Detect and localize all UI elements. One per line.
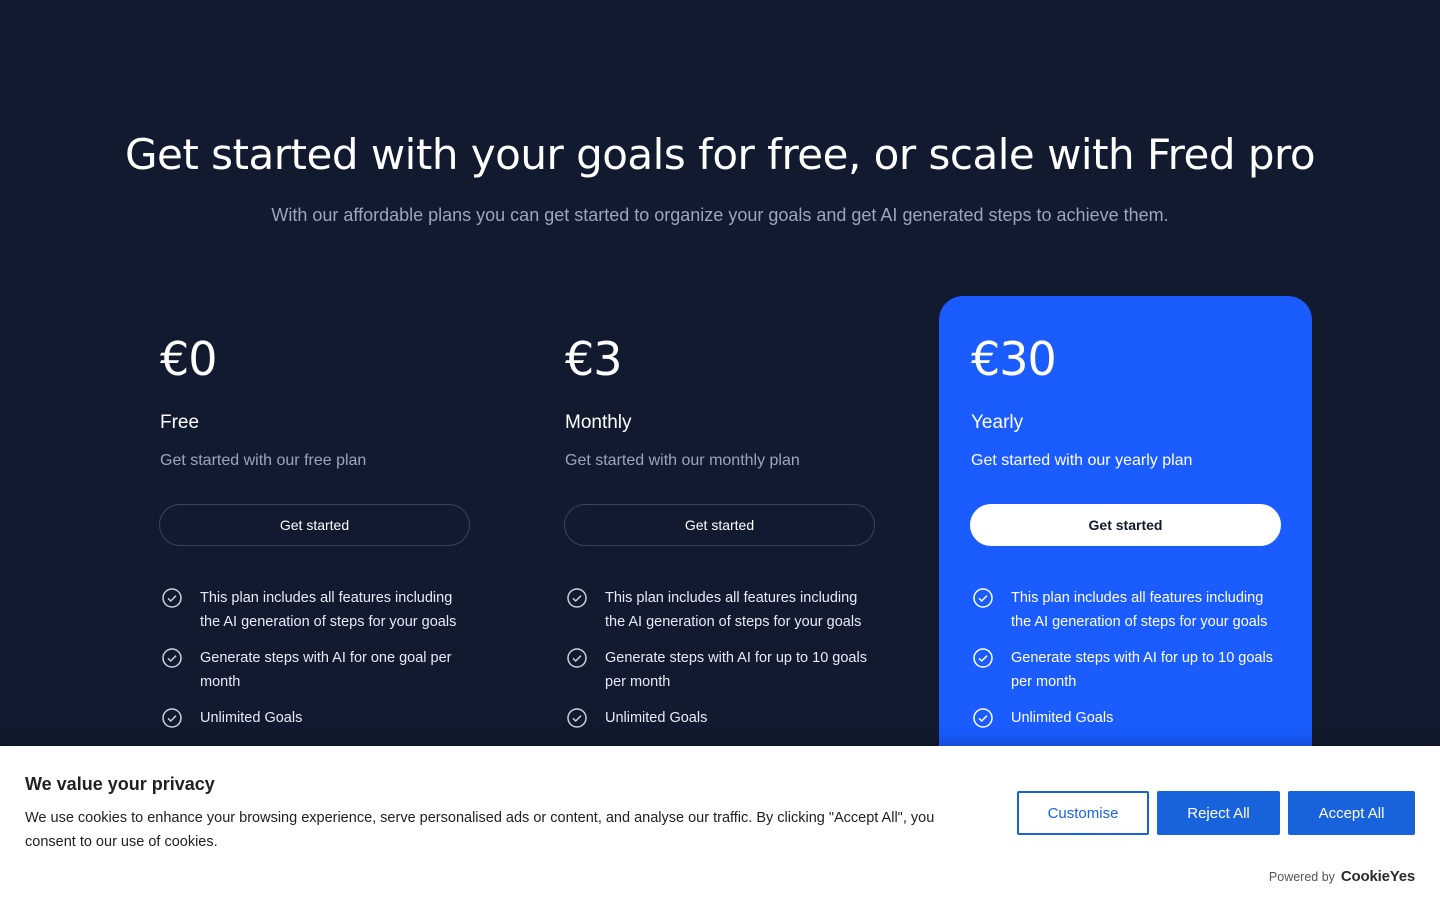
check-circle-icon bbox=[162, 708, 182, 728]
plan-name: Free bbox=[160, 412, 200, 433]
page-subtitle: With our affordable plans you can get st… bbox=[271, 205, 1169, 225]
powered-by-label: Powered by bbox=[1268, 869, 1335, 884]
cookieyes-logo[interactable]: CookieYes bbox=[1341, 868, 1415, 885]
feature-text: Generate steps with AI for one goal per … bbox=[200, 650, 452, 690]
cookie-title: We value your privacy bbox=[25, 774, 215, 794]
plan-price: €0 bbox=[160, 332, 218, 386]
feature-text: Unlimited Goals bbox=[1011, 710, 1114, 726]
feature-text: This plan includes all features includin… bbox=[605, 590, 862, 630]
plan-name: Monthly bbox=[565, 412, 632, 433]
feature-item: This plan includes all features includin… bbox=[160, 586, 469, 634]
plan-description: Get started with our yearly plan bbox=[971, 452, 1193, 469]
feature-text: This plan includes all features includin… bbox=[200, 590, 457, 630]
feature-list: This plan includes all features includin… bbox=[565, 586, 874, 730]
feature-item: Unlimited Goals bbox=[971, 706, 1280, 730]
plan-price: €3 bbox=[565, 332, 623, 386]
cookie-banner: We value your privacy We use cookies to … bbox=[0, 746, 1440, 900]
accept-all-button[interactable]: Accept All bbox=[1288, 791, 1415, 835]
check-circle-icon bbox=[567, 708, 587, 728]
get-started-button[interactable]: Get started bbox=[564, 504, 875, 546]
cookie-text: We use cookies to enhance your browsing … bbox=[25, 810, 935, 850]
plan-price: €30 bbox=[971, 332, 1057, 386]
feature-item: Generate steps with AI for one goal per … bbox=[160, 646, 469, 694]
check-circle-icon bbox=[162, 648, 182, 668]
check-circle-icon bbox=[973, 588, 993, 608]
feature-text: Unlimited Goals bbox=[605, 710, 708, 726]
feature-text: Generate steps with AI for up to 10 goal… bbox=[1011, 650, 1273, 690]
pricing-page: Get started with your goals for free, or… bbox=[0, 0, 1440, 900]
feature-text: Generate steps with AI for up to 10 goal… bbox=[605, 650, 867, 690]
page-title: Get started with your goals for free, or… bbox=[124, 130, 1316, 179]
feature-list: This plan includes all features includin… bbox=[971, 586, 1280, 730]
plan-description: Get started with our free plan bbox=[160, 452, 367, 469]
plan-description: Get started with our monthly plan bbox=[565, 452, 800, 469]
feature-item: This plan includes all features includin… bbox=[565, 586, 874, 634]
powered-by: Powered by CookieYes bbox=[1269, 868, 1415, 885]
check-circle-icon bbox=[567, 648, 587, 668]
get-started-button[interactable]: Get started bbox=[970, 504, 1281, 546]
feature-item: Generate steps with AI for up to 10 goal… bbox=[971, 646, 1280, 694]
customise-button[interactable]: Customise bbox=[1017, 791, 1149, 835]
feature-item: Unlimited Goals bbox=[565, 706, 874, 730]
feature-item: This plan includes all features includin… bbox=[971, 586, 1280, 634]
feature-item: Generate steps with AI for up to 10 goal… bbox=[565, 646, 874, 694]
feature-text: This plan includes all features includin… bbox=[1011, 590, 1268, 630]
check-circle-icon bbox=[162, 588, 182, 608]
feature-list: This plan includes all features includin… bbox=[160, 586, 469, 730]
get-started-button[interactable]: Get started bbox=[159, 504, 470, 546]
check-circle-icon bbox=[973, 648, 993, 668]
feature-text: Unlimited Goals bbox=[200, 710, 303, 726]
check-circle-icon bbox=[567, 588, 587, 608]
plan-name: Yearly bbox=[971, 412, 1024, 433]
feature-item: Unlimited Goals bbox=[160, 706, 469, 730]
reject-all-button[interactable]: Reject All bbox=[1157, 791, 1280, 835]
check-circle-icon bbox=[973, 708, 993, 728]
